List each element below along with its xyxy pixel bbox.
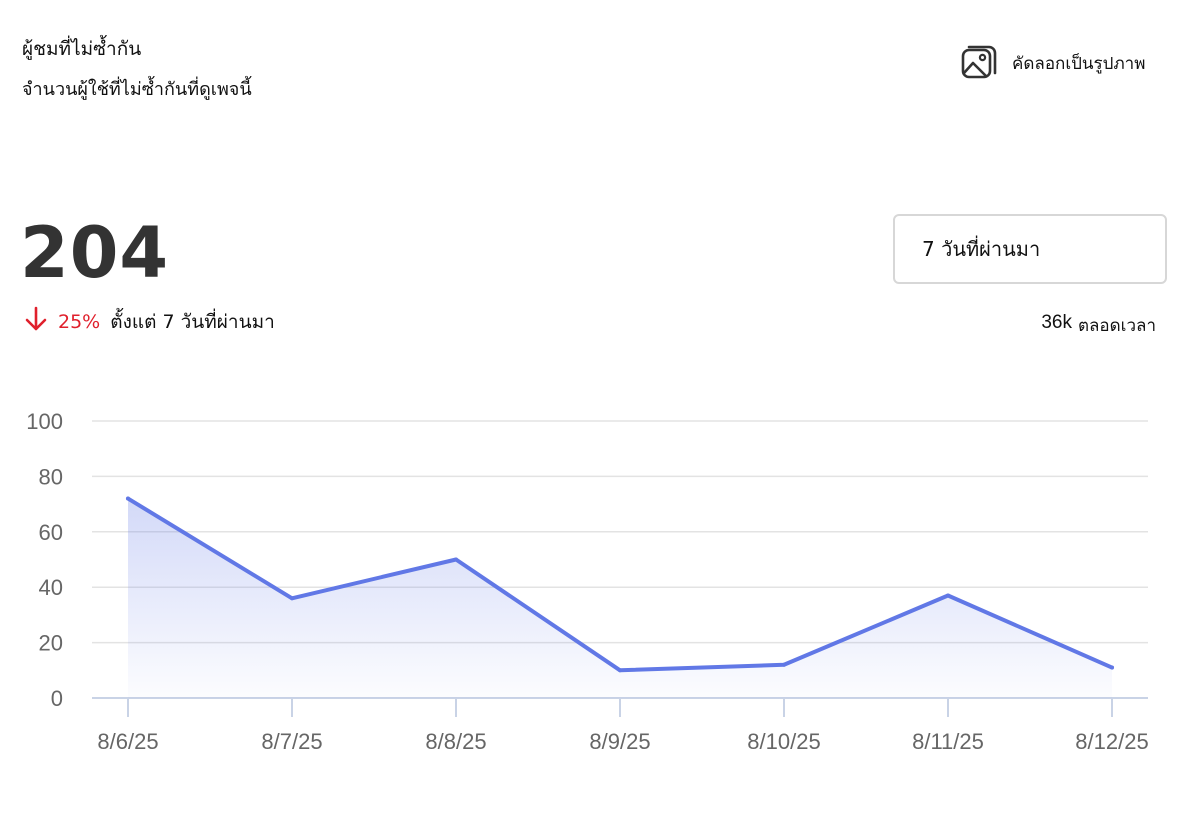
y-tick-label: 80 [39,464,63,489]
date-range-selected: 7 วันที่ผ่านมา [922,237,1041,261]
data-point [946,593,950,598]
copy-as-image-button[interactable]: คัดลอกเป็นรูปภาพ [960,44,1145,82]
unique-viewers-value: 204 [20,212,170,294]
x-tick-label: 8/11/25 [912,729,984,754]
data-point [1110,665,1114,670]
copy-as-image-label: คัดลอกเป็นรูปภาพ [1012,53,1146,74]
date-range-dropdown[interactable]: 7 วันที่ผ่านมา [893,214,1167,284]
image-icon [960,44,998,82]
chart-subtitle: จำนวนผู้ใช้ที่ไม่ซ้ำกันที่ดูเพจนี้ [22,79,252,100]
lifetime-value: 36k [1041,312,1072,333]
lifetime-total: 36k ตลอดเวลา [1041,312,1156,339]
data-point [618,668,622,673]
unique-viewers-chart: 0 20 40 60 80 100 8/6/25 8/7/25 8/8/25 8/9/25 8/10… [26,409,1148,754]
y-tick-label: 40 [39,575,63,600]
data-point [782,662,786,667]
x-tick-label: 8/7/25 [261,729,322,754]
lifetime-label: ตลอดเวลา [1077,316,1156,336]
x-tick-label: 8/8/25 [425,729,486,754]
x-tick-label: 8/6/25 [97,729,158,754]
y-tick-label: 20 [39,631,63,656]
y-tick-label: 60 [39,520,63,545]
data-point [126,496,130,501]
chart-title: ผู้ชมที่ไม่ซ้ำกัน [22,38,142,60]
change-indicator: 25% ตั้งแต่ 7 วันที่ผ่านมา [24,306,275,337]
x-tick-label: 8/12/25 [1075,729,1148,754]
change-percent: 25% [58,310,101,333]
data-point [290,596,294,601]
data-point [454,557,458,562]
change-period-text: ตั้งแต่ 7 วันที่ผ่านมา [110,310,275,333]
y-tick-label: 100 [26,409,63,434]
x-tick-label: 8/10/25 [747,729,820,754]
x-tick-label: 8/9/25 [589,729,650,754]
arrow-down-icon [24,306,48,337]
y-tick-label: 0 [51,686,63,711]
